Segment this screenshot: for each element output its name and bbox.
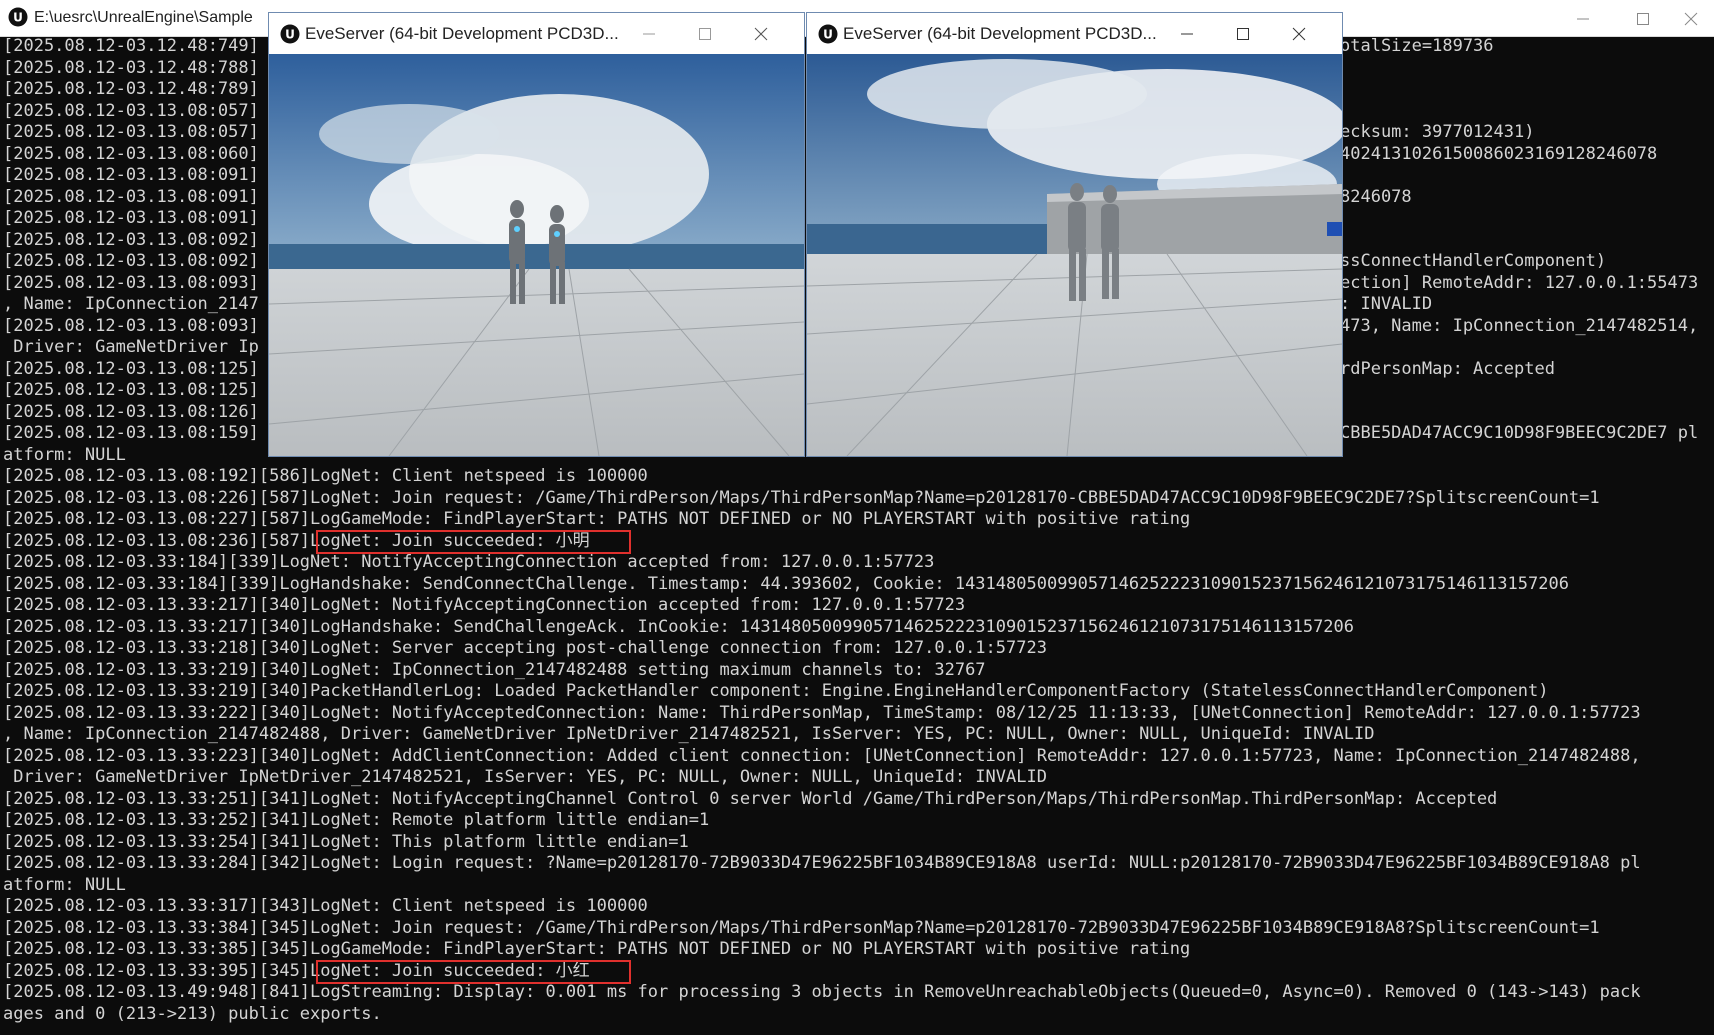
log-line: [2025.08.12-03.13.08:192][586]LogNet: Cl… xyxy=(3,466,648,486)
svg-text:U: U xyxy=(13,11,23,25)
minimize-button[interactable] xyxy=(1167,13,1207,54)
game-viewport[interactable] xyxy=(269,54,804,456)
log-line: [2025.08.12-03.13.08:092] xyxy=(3,251,259,271)
join-succeeded-highlight xyxy=(316,960,631,984)
log-line: [2025.08.12-03.13.33:385][345]LogGameMod… xyxy=(3,939,1191,959)
log-line: [2025.08.12-03.13.08:092] xyxy=(3,229,259,250)
log-line: [2025.08.12-03.13.08:060] xyxy=(3,143,259,164)
minimize-button[interactable] xyxy=(629,13,669,54)
log-fragment: : INVALID xyxy=(1340,294,1433,314)
unreal-logo-icon: U xyxy=(280,24,300,48)
log-line: [2025.08.12-03.13.33:217][340]LogHandsha… xyxy=(3,616,1355,637)
cloud xyxy=(867,59,1147,129)
log-fragment: ssConnectHandlerComponent) xyxy=(1340,251,1607,271)
log-fragment: 4024131026150086023169128246078 xyxy=(1340,143,1658,164)
svg-text:U: U xyxy=(285,28,295,42)
console-minimize-button[interactable] xyxy=(1560,0,1606,36)
log-fragment: ecksum: 3977012431) xyxy=(1340,122,1535,142)
log-line: [2025.08.12-03.13.08:159] xyxy=(3,423,259,443)
log-line: ages and 0 (213->213) public exports. xyxy=(3,1003,382,1024)
log-fragment: rdPersonMap: Accepted xyxy=(1340,358,1555,379)
game-window-titlebar[interactable]: U EveServer (64-bit Development PCD3D... xyxy=(269,13,804,54)
maximize-button[interactable] xyxy=(1223,13,1263,54)
log-line: [2025.08.12-03.13.08:093] xyxy=(3,315,259,336)
log-fragment: ection] RemoteAddr: 127.0.0.1:55473 xyxy=(1340,272,1699,293)
join-succeeded-highlight xyxy=(316,530,631,554)
log-line: [2025.08.12-03.13.33:251][341]LogNet: No… xyxy=(3,788,1498,809)
log-line: [2025.08.12-03.13.33:317][343]LogNet: Cl… xyxy=(3,896,648,916)
log-line: [2025.08.12-03.13.08:091] xyxy=(3,165,259,185)
log-line: Driver: GameNetDriver IpNetDriver_214748… xyxy=(3,767,1047,787)
log-line: [2025.08.12-03.13.33:284][342]LogNet: Lo… xyxy=(3,853,1641,873)
log-line: [2025.08.12-03.13.08:091] xyxy=(3,186,259,207)
game-window-1[interactable]: U EveServer (64-bit Development PCD3D... xyxy=(268,12,805,457)
cloud xyxy=(319,104,499,164)
game-window-title: EveServer (64-bit Development PCD3D... xyxy=(305,24,619,43)
log-line: atform: NULL xyxy=(3,444,126,465)
log-line: [2025.08.12-03.13.08:093] xyxy=(3,272,259,293)
log-line: atform: NULL xyxy=(3,874,126,895)
log-line: [2025.08.12-03.13.08:125] xyxy=(3,358,259,379)
log-line: , Name: IpConnection_2147482488, Driver:… xyxy=(3,724,1375,744)
log-line: [2025.08.12-03.13.08:226][587]LogNet: Jo… xyxy=(3,487,1600,508)
log-line: [2025.08.12-03.13.33:223][340]LogNet: Ad… xyxy=(3,745,1641,766)
log-fragment: 8246078 xyxy=(1340,186,1412,207)
unreal-logo-icon: U xyxy=(8,7,28,31)
close-button[interactable] xyxy=(741,13,781,54)
log-line: [2025.08.12-03.12.48:789] xyxy=(3,79,259,99)
game-viewport[interactable] xyxy=(807,54,1342,456)
log-line: [2025.08.12-03.33:184][339]LogNet: Notif… xyxy=(3,552,935,572)
log-line: [2025.08.12-03.13.08:125] xyxy=(3,380,259,400)
log-line: [2025.08.12-03.13.33:217][340]LogNet: No… xyxy=(3,595,966,615)
log-line: [2025.08.12-03.13.08:057] xyxy=(3,100,259,121)
log-line: [2025.08.12-03.13.33:219][340]LogNet: Ip… xyxy=(3,659,986,680)
console-maximize-button[interactable] xyxy=(1620,0,1666,36)
log-line: [2025.08.12-03.13.49:948][841]LogStreami… xyxy=(3,982,1641,1002)
game-window-titlebar[interactable]: U EveServer (64-bit Development PCD3D... xyxy=(807,13,1342,54)
close-button[interactable] xyxy=(1279,13,1319,54)
log-line: [2025.08.12-03.13.33:219][340]PacketHand… xyxy=(3,681,1549,701)
game-window-title: EveServer (64-bit Development PCD3D... xyxy=(843,24,1157,43)
log-fragment: otalSize=189736 xyxy=(1340,36,1494,56)
log-line: [2025.08.12-03.13.08:091] xyxy=(3,208,259,228)
log-fragment: CBBE5DAD47ACC9C10D98F9BEEC9C2DE7 pl xyxy=(1340,423,1699,443)
log-fragment: 473, Name: IpConnection_2147482514, xyxy=(1340,315,1699,336)
log-line: [2025.08.12-03.13.33:218][340]LogNet: Se… xyxy=(3,638,1047,658)
log-line: [2025.08.12-03.13.08:227][587]LogGameMod… xyxy=(3,509,1191,529)
log-line: , Name: IpConnection_2147 xyxy=(3,294,259,314)
game-window-2[interactable]: U EveServer (64-bit Development PCD3D... xyxy=(806,12,1343,457)
log-line: [2025.08.12-03.12.48:749] xyxy=(3,36,259,56)
maximize-button[interactable] xyxy=(685,13,725,54)
log-line: Driver: GameNetDriver Ip xyxy=(3,337,259,357)
log-line: [2025.08.12-03.13.33:252][341]LogNet: Re… xyxy=(3,810,710,830)
log-line: [2025.08.12-03.13.08:057] xyxy=(3,122,259,142)
unreal-logo-icon: U xyxy=(818,24,838,48)
console-title: E:\uesrc\UnrealEngine\Sample xyxy=(34,9,253,26)
svg-text:U: U xyxy=(823,28,833,42)
log-line: [2025.08.12-03.12.48:788] xyxy=(3,57,259,78)
console-close-button[interactable] xyxy=(1668,0,1714,36)
log-line: [2025.08.12-03.13.33:254][341]LogNet: Th… xyxy=(3,831,689,852)
log-line: [2025.08.12-03.13.33:384][345]LogNet: Jo… xyxy=(3,917,1600,938)
log-line: [2025.08.12-03.13.33:222][340]LogNet: No… xyxy=(3,702,1641,723)
log-line: [2025.08.12-03.13.08:126] xyxy=(3,401,259,422)
floor xyxy=(269,269,804,456)
log-line: [2025.08.12-03.33:184][339]LogHandshake:… xyxy=(3,573,1569,594)
